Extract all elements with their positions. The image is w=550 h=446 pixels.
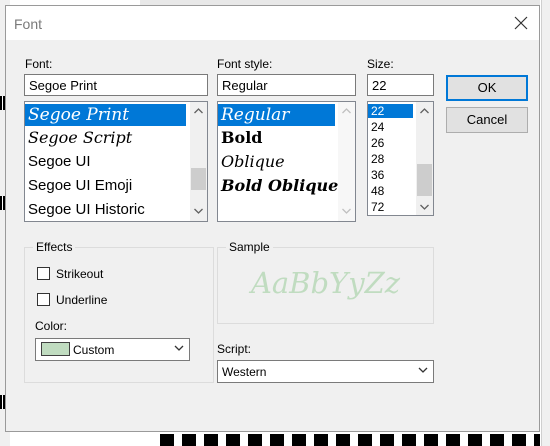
underline-checkbox[interactable] — [37, 293, 50, 306]
chevron-down-icon — [174, 345, 184, 351]
close-button[interactable] — [507, 10, 535, 36]
color-swatch — [41, 342, 70, 356]
font-dialog: Font Font: Segoe Print Segoe Print Segoe… — [5, 5, 540, 432]
sample-preview-text: AaBbYyZz — [250, 266, 401, 300]
size-input[interactable]: 22 — [367, 74, 434, 96]
size-list-scrollbar[interactable] — [416, 102, 433, 215]
font-style-label: Font style: — [217, 57, 273, 71]
size-list-item[interactable]: 36 — [368, 167, 413, 183]
ok-button[interactable]: OK — [446, 75, 528, 101]
strikeout-checkbox[interactable] — [37, 267, 50, 280]
script-select[interactable]: Western — [217, 360, 434, 383]
font-style-item[interactable]: Regular — [218, 104, 335, 126]
size-list[interactable]: 22 24 26 28 36 48 72 — [367, 101, 434, 216]
scroll-up-icon[interactable] — [194, 108, 203, 114]
cancel-button[interactable]: Cancel — [446, 107, 528, 133]
font-style-item[interactable]: Bold — [218, 126, 335, 150]
background-window-right — [541, 0, 550, 446]
size-list-item[interactable]: 22 — [368, 104, 413, 118]
effects-group — [24, 247, 214, 383]
font-style-list[interactable]: Regular Bold Oblique Bold Oblique — [217, 101, 356, 222]
font-label: Font: — [25, 57, 53, 71]
size-list-item[interactable]: 28 — [368, 151, 413, 167]
title-bar: Font — [6, 6, 539, 40]
font-name-input[interactable]: Segoe Print — [24, 74, 208, 96]
font-list-scroll-thumb[interactable] — [191, 168, 206, 190]
color-select[interactable]: Custom — [35, 338, 190, 361]
color-value: Custom — [73, 343, 115, 357]
scroll-up-icon[interactable] — [420, 108, 429, 114]
scroll-down-icon[interactable] — [420, 204, 429, 210]
dialog-title: Font — [14, 16, 43, 32]
script-value: Western — [222, 365, 267, 379]
size-list-item[interactable]: 26 — [368, 135, 413, 151]
scroll-up-icon — [342, 108, 351, 114]
size-list-scroll-thumb[interactable] — [417, 164, 432, 196]
font-list-scrollbar[interactable] — [190, 102, 207, 221]
scroll-down-icon[interactable] — [194, 208, 203, 214]
script-label: Script: — [217, 342, 252, 356]
font-style-item[interactable]: Bold Oblique — [218, 174, 338, 198]
color-label: Color: — [35, 319, 68, 333]
font-list-item[interactable]: Segoe Print — [25, 104, 186, 126]
size-list-item[interactable]: 48 — [368, 183, 413, 199]
font-list[interactable]: Segoe Print Segoe Script Segoe UI Segoe … — [24, 101, 208, 222]
font-style-item[interactable]: Oblique — [218, 150, 335, 174]
font-list-item[interactable]: Segoe UI Historic — [25, 198, 186, 221]
font-list-item[interactable]: Segoe UI Emoji — [25, 174, 186, 198]
background-ruler — [160, 434, 540, 446]
effects-title: Effects — [33, 240, 76, 254]
strikeout-label[interactable]: Strikeout — [56, 267, 103, 281]
font-style-scrollbar — [338, 102, 355, 221]
sample-title: Sample — [226, 240, 273, 254]
chevron-down-icon — [418, 367, 428, 373]
size-label: Size: — [367, 57, 394, 71]
size-list-item[interactable]: 24 — [368, 119, 413, 135]
font-list-item[interactable]: Segoe Script — [25, 126, 186, 150]
underline-label[interactable]: Underline — [56, 293, 107, 307]
scroll-down-icon — [342, 208, 351, 214]
font-style-input[interactable]: Regular — [217, 74, 356, 96]
font-list-item[interactable]: Segoe UI — [25, 150, 186, 174]
size-list-item[interactable]: 72 — [368, 199, 413, 215]
close-icon — [514, 16, 528, 30]
